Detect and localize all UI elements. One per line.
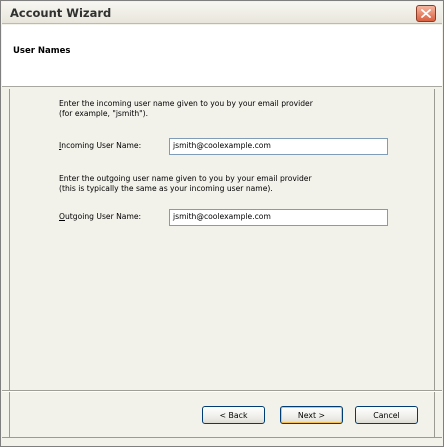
outgoing-username-input[interactable]: jsmith@coolexample.com: [169, 209, 388, 226]
outgoing-desc-line1: Enter the outgoing user name given to yo…: [59, 174, 312, 183]
frame-bottom: [2, 437, 442, 438]
incoming-username-input[interactable]: jsmith@coolexample.com: [169, 138, 388, 155]
incoming-desc-line2: (for example, "jsmith").: [59, 109, 149, 118]
account-wizard-window: Account Wizard User Names Enter the inco…: [0, 0, 444, 447]
incoming-description: Enter the incoming user name given to yo…: [59, 99, 399, 119]
close-icon: [421, 9, 431, 18]
title-bar[interactable]: Account Wizard: [2, 2, 442, 24]
back-button[interactable]: < Back: [202, 406, 265, 424]
incoming-username-label: Incoming User Name:: [59, 141, 141, 150]
outgoing-description: Enter the outgoing user name given to yo…: [59, 174, 399, 194]
wizard-header: User Names: [2, 25, 442, 87]
button-divider-highlight: [2, 391, 442, 392]
outgoing-label-text: utgoing User Name:: [64, 212, 142, 221]
frame-right: [434, 89, 435, 438]
incoming-label-text: ncoming User Name:: [61, 141, 142, 150]
incoming-desc-line1: Enter the incoming user name given to yo…: [59, 99, 313, 108]
cancel-button[interactable]: Cancel: [355, 406, 418, 424]
close-button[interactable]: [416, 5, 436, 22]
outgoing-desc-line2: (this is typically the same as your inco…: [59, 184, 273, 193]
frame-left: [9, 89, 10, 438]
window-title: Account Wizard: [10, 6, 112, 20]
outgoing-username-label: Outgoing User Name:: [59, 212, 141, 221]
page-title: User Names: [13, 46, 71, 56]
next-button[interactable]: Next >: [280, 406, 343, 424]
